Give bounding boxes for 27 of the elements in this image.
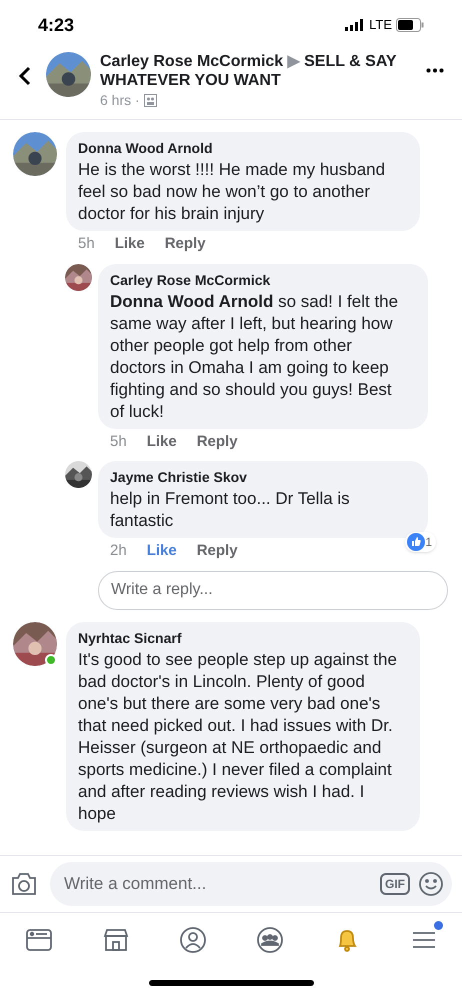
like-link[interactable]: Like bbox=[146, 430, 177, 453]
like-link[interactable]: Like bbox=[146, 540, 177, 562]
reply-field[interactable]: Write a reply... bbox=[98, 570, 448, 610]
post-title: Carley Rose McCormick ▶ SELL & SAY WHATEVER YOU WANT bbox=[100, 52, 398, 90]
comment-field[interactable]: Write a comment... GIF bbox=[50, 862, 452, 906]
comment-author: Carley Rose McCormick bbox=[110, 270, 272, 290]
reply-link[interactable]: Reply bbox=[164, 233, 206, 256]
post-time: 6 hrs · bbox=[100, 91, 140, 110]
reply-link[interactable]: Reply bbox=[196, 430, 238, 453]
like-link[interactable]: Like bbox=[114, 233, 145, 256]
comment-time: 2h bbox=[110, 541, 127, 561]
comment-text: help in Fremont too... Dr Tella is fantastic bbox=[110, 488, 351, 532]
comment-author: Jayme Christie Skov bbox=[110, 468, 248, 487]
comment-time: 5h bbox=[78, 234, 95, 254]
comment-text: He is the worst !!!! He made my husband feel so bad now he won’t go to another doctor for his brain injury bbox=[78, 159, 386, 225]
reaction-count: 1 bbox=[425, 534, 432, 551]
network-label: LTE bbox=[369, 16, 392, 34]
status-time: 4:23 bbox=[38, 14, 74, 36]
reply-link[interactable]: Reply bbox=[196, 540, 238, 562]
comment-text: Donna Wood Arnold so sad! I felt the same way after I left, but hearing how other people got help from other doctors in Omaha I am going to keep fighting and so should you guys! Best of luck! bbox=[110, 290, 400, 422]
comment-author: Nyrhtac Sicnarf bbox=[78, 628, 182, 648]
comment-author: Donna Wood Arnold bbox=[78, 139, 214, 158]
comment-text: It's good to see people step up against the bad doctor's in Lincoln. Plenty of good one's but there are some very bad one's that need picked out. I had issues with Dr. Heisser (surgeon at NE orthopaedic and sports medicine.) I never filed a complaint and after reading reviews wish I had. I hope bbox=[78, 648, 398, 824]
comment-placeholder: Write a comment... bbox=[64, 873, 208, 896]
comment-time: 5h bbox=[110, 432, 127, 452]
gif-button[interactable]: GIF bbox=[380, 873, 410, 895]
reaction-badge[interactable]: 1 bbox=[405, 532, 436, 552]
